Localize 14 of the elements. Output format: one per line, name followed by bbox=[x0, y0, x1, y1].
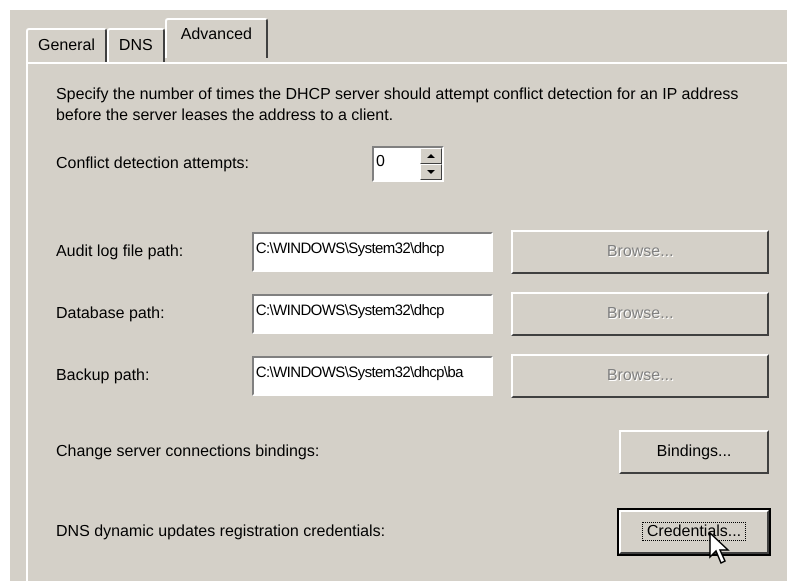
field-label: DNS dynamic updates registration credentials: bbox=[56, 522, 386, 542]
action-button[interactable]: Bindings... bbox=[619, 430, 769, 474]
spin-down-icon[interactable] bbox=[420, 164, 442, 180]
field-label: Conflict detection attempts: bbox=[56, 154, 250, 174]
description-text: Specify the number of times the DHCP server should attempt conflict detection for an IP address before the server leases the address to a client. bbox=[56, 85, 740, 126]
field-label: Database path: bbox=[56, 304, 166, 324]
field-label: Backup path: bbox=[56, 366, 150, 386]
spin-box[interactable]: 0 bbox=[372, 146, 444, 182]
tab[interactable]: Advanced bbox=[164, 18, 268, 58]
tab[interactable]: DNS bbox=[106, 28, 165, 62]
field-label: Audit log file path: bbox=[56, 242, 184, 262]
field-label: Change server connections bindings: bbox=[56, 442, 320, 462]
tab[interactable]: General bbox=[26, 28, 107, 62]
spin-up-icon[interactable] bbox=[420, 148, 442, 164]
